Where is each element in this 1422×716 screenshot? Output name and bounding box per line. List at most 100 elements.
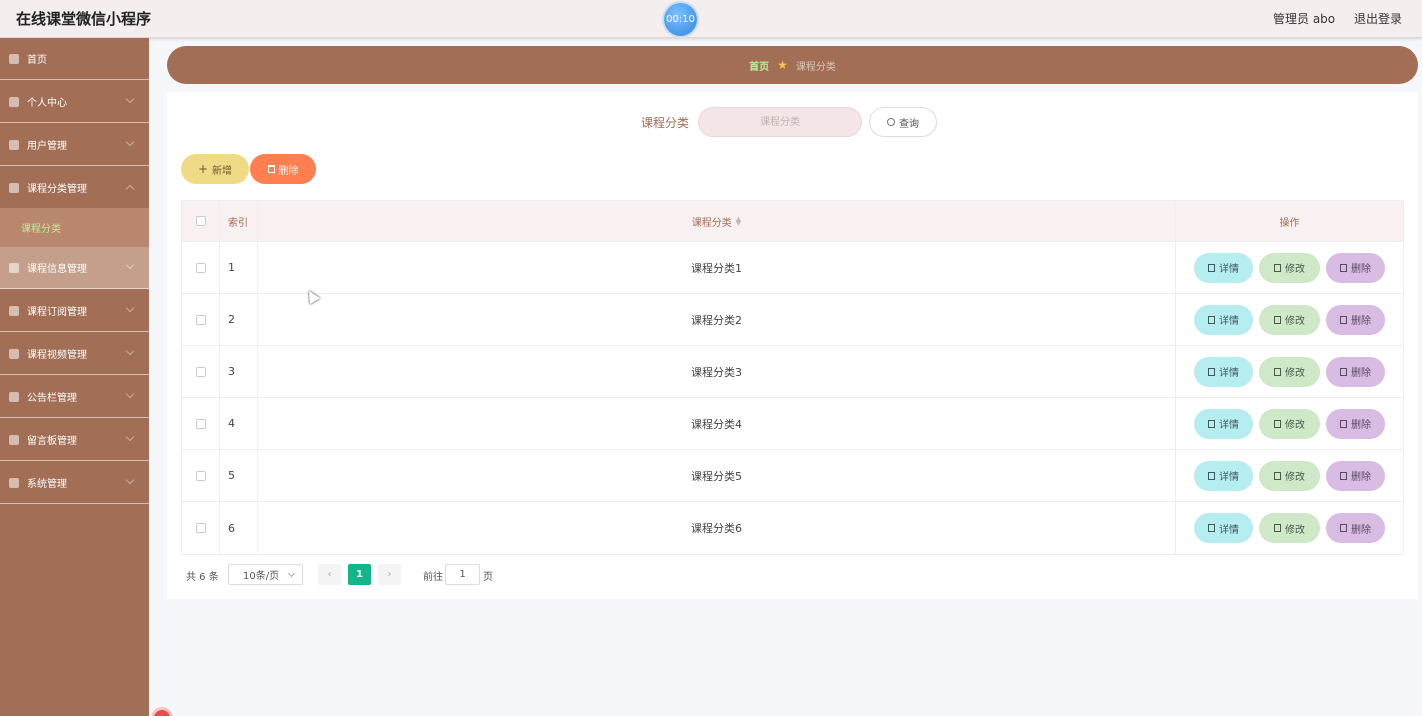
detail-button[interactable]: 详情 <box>1194 513 1253 543</box>
pencil-icon <box>1274 263 1281 272</box>
sidebar-item-message[interactable]: 留言板管理 <box>0 419 149 461</box>
sidebar-item-course-category[interactable]: 课程分类管理 <box>0 167 149 209</box>
app-title: 在线课堂微信小程序 <box>16 10 152 28</box>
document-icon <box>1208 367 1215 376</box>
table-header: 索引 课程分类 ▲ ▼ 操作 <box>182 201 1403 242</box>
delete-button[interactable]: 删除 <box>1326 356 1385 387</box>
edit-button[interactable]: 修改 <box>1259 356 1320 387</box>
pencil-icon <box>1274 419 1281 428</box>
row-checkbox[interactable] <box>195 366 206 377</box>
timer-badge: 00:10 <box>664 3 697 36</box>
sidebar-item-label: 留言板管理 <box>27 436 77 447</box>
page-number-current[interactable]: 1 <box>348 564 371 585</box>
delete-button[interactable]: 删除 <box>1326 304 1385 335</box>
delete-button[interactable]: 删除 <box>1326 460 1385 491</box>
floating-badge-icon[interactable] <box>151 707 173 716</box>
delete-button[interactable]: 删除 <box>1326 513 1385 543</box>
sidebar-item-home[interactable]: 首页 <box>0 38 149 80</box>
header-index: 索引 <box>220 201 258 241</box>
next-page-button[interactable]: › <box>378 564 401 585</box>
row-checkbox[interactable] <box>195 418 206 429</box>
detail-button[interactable]: 详情 <box>1194 304 1253 335</box>
trash-icon <box>1340 524 1347 532</box>
row-checkbox[interactable] <box>195 314 206 325</box>
star-icon: ★ <box>777 58 788 72</box>
detail-button[interactable]: 详情 <box>1194 252 1253 283</box>
row-index: 6 <box>220 502 258 554</box>
sidebar-item-notice[interactable]: 公告栏管理 <box>0 376 149 418</box>
detail-button[interactable]: 详情 <box>1194 460 1253 491</box>
prev-page-button[interactable]: ‹ <box>318 564 341 585</box>
row-index: 4 <box>220 398 258 449</box>
sidebar-item-label: 首页 <box>27 55 47 66</box>
row-checkbox[interactable] <box>195 523 206 533</box>
chevron-down-icon <box>125 303 135 313</box>
trash-icon <box>1340 315 1347 324</box>
edit-label: 修改 <box>1285 264 1305 275</box>
search-input[interactable] <box>698 107 862 137</box>
page-size-select[interactable]: 10条/页 <box>228 564 303 585</box>
row-name: 课程分类3 <box>258 346 1176 397</box>
edit-button[interactable]: 修改 <box>1259 252 1320 283</box>
header-name[interactable]: 课程分类 ▲ ▼ <box>258 201 1176 241</box>
goto-page-input[interactable] <box>445 564 480 585</box>
row-checkbox[interactable] <box>195 262 206 273</box>
total-count: 共 6 条 <box>186 572 219 583</box>
page-size-value: 10条/页 <box>243 571 280 582</box>
delete-label: 删除 <box>1351 316 1371 327</box>
sidebar-item-label: 用户管理 <box>27 141 67 152</box>
trash-icon <box>1340 471 1347 480</box>
add-button[interactable]: + 新增 <box>181 154 249 184</box>
table-row: 4 课程分类4 详情 修改 删除 <box>182 398 1403 450</box>
detail-label: 详情 <box>1219 472 1239 483</box>
list-icon <box>9 391 19 402</box>
detail-button[interactable]: 详情 <box>1194 356 1253 387</box>
category-table: 索引 课程分类 ▲ ▼ 操作 1 课程分类1 详情 修改 删除 2 课程分类2 详… <box>181 200 1404 555</box>
edit-button[interactable]: 修改 <box>1259 513 1320 543</box>
breadcrumb: 首页 ★ 课程分类 <box>167 46 1418 84</box>
delete-label: 删除 <box>1351 472 1371 483</box>
chevron-down-icon <box>125 137 135 147</box>
delete-label: 删除 <box>1351 420 1371 431</box>
trash-icon <box>1340 263 1347 272</box>
detail-button[interactable]: 详情 <box>1194 408 1253 439</box>
sidebar-item-label: 系统管理 <box>27 479 67 490</box>
pencil-icon <box>1274 471 1281 480</box>
sidebar-subitem-course-category[interactable]: 课程分类 <box>0 208 149 247</box>
row-index: 1 <box>220 242 258 293</box>
detail-label: 详情 <box>1219 420 1239 431</box>
admin-name: 管理员 abo <box>1273 12 1336 26</box>
document-icon <box>1208 524 1215 532</box>
sidebar-item-course-info[interactable]: 课程信息管理 <box>0 247 149 289</box>
document-icon <box>1208 419 1215 428</box>
sidebar-item-profile[interactable]: 个人中心 <box>0 81 149 123</box>
grid-icon <box>9 139 19 150</box>
sort-icon[interactable]: ▲ ▼ <box>736 216 741 227</box>
row-index: 3 <box>220 346 258 397</box>
edit-button[interactable]: 修改 <box>1259 460 1320 491</box>
detail-label: 详情 <box>1219 368 1239 379</box>
row-checkbox[interactable] <box>195 470 206 481</box>
header-ops: 操作 <box>1279 217 1300 229</box>
query-button[interactable]: 查询 <box>869 107 937 137</box>
sidebar-item-label: 公告栏管理 <box>27 393 77 404</box>
delete-button[interactable]: 删除 <box>1326 408 1385 439</box>
sidebar-item-label: 个人中心 <box>27 98 67 109</box>
delete-label: 删除 <box>1351 524 1371 536</box>
search-icon <box>887 118 895 126</box>
sidebar-item-users[interactable]: 用户管理 <box>0 124 149 166</box>
sidebar-item-system[interactable]: 系统管理 <box>0 462 149 504</box>
table-row: 2 课程分类2 详情 修改 删除 <box>182 294 1403 346</box>
sidebar-item-course-video[interactable]: 课程视频管理 <box>0 333 149 375</box>
batch-delete-button[interactable]: 删除 <box>250 154 316 184</box>
select-all-checkbox[interactable] <box>195 216 206 226</box>
header-name-label: 课程分类 <box>691 217 732 229</box>
goto-suffix: 页 <box>483 572 493 583</box>
logout-link[interactable]: 退出登录 <box>1354 10 1402 27</box>
delete-button[interactable]: 删除 <box>1326 252 1385 283</box>
sidebar-item-course-subscription[interactable]: 课程订阅管理 <box>0 290 149 332</box>
edit-button[interactable]: 修改 <box>1259 304 1320 335</box>
edit-button[interactable]: 修改 <box>1259 408 1320 439</box>
chevron-down-icon <box>125 475 135 485</box>
breadcrumb-home[interactable]: 首页 <box>749 58 769 73</box>
